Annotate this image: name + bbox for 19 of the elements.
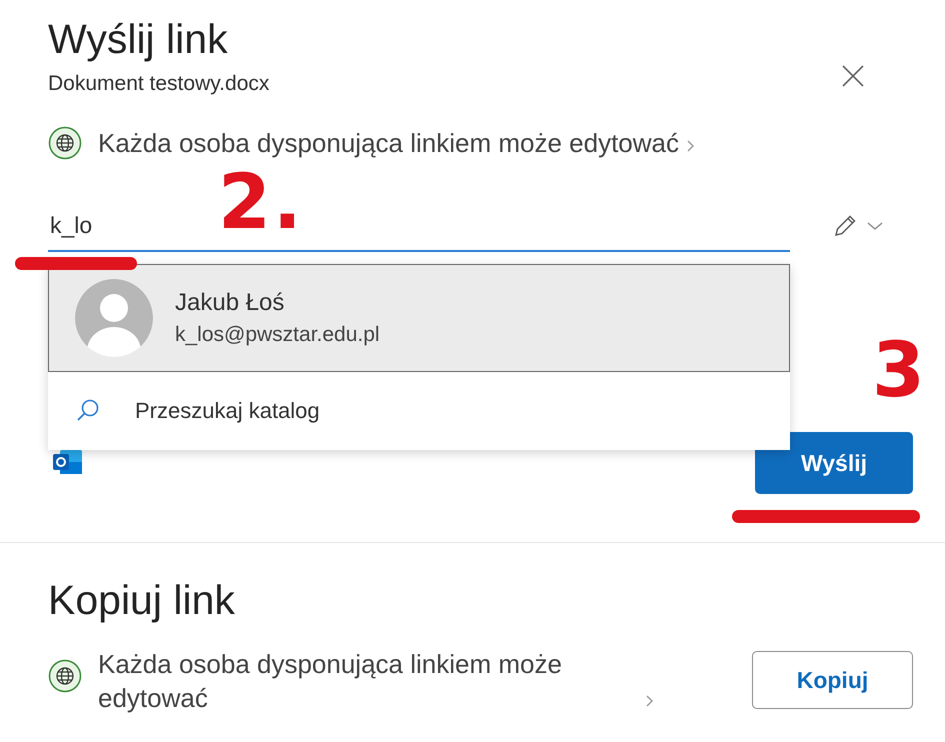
globe-icon bbox=[48, 126, 82, 160]
file-name: Dokument testowy.docx bbox=[48, 72, 270, 96]
close-icon bbox=[841, 64, 865, 88]
send-button[interactable]: Wyślij bbox=[755, 432, 913, 494]
globe-icon bbox=[48, 659, 82, 693]
copy-button[interactable]: Kopiuj bbox=[752, 651, 913, 709]
search-directory-item[interactable]: Przeszukaj katalog bbox=[48, 372, 790, 450]
link-permission[interactable]: Każda osoba dysponująca linkiem może edytować bbox=[98, 647, 638, 715]
section-title: Kopiuj link bbox=[48, 576, 236, 625]
dialog-title: Wyślij link bbox=[48, 15, 229, 64]
link-permission[interactable]: Każda osoba dysponująca linkiem może edytować bbox=[98, 128, 680, 158]
contact-suggestion[interactable]: Jakub Łoś k_los@pwsztar.edu.pl bbox=[48, 264, 790, 372]
search-directory-label: Przeszukaj katalog bbox=[134, 398, 320, 424]
contact-email: k_los@pwsztar.edu.pl bbox=[175, 322, 380, 348]
contact-name: Jakub Łoś bbox=[175, 288, 286, 318]
avatar-icon bbox=[75, 279, 153, 357]
pencil-icon bbox=[832, 213, 858, 239]
annotation-number: 3 bbox=[872, 330, 927, 410]
chevron-down-icon bbox=[866, 220, 884, 232]
